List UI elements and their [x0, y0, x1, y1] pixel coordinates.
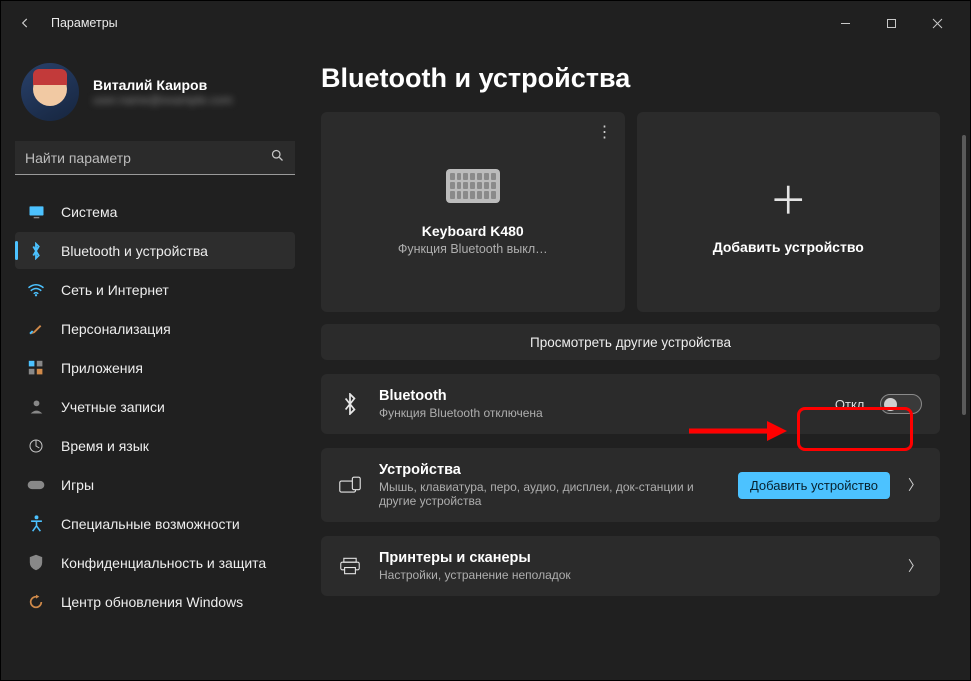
- bluetooth-toggle[interactable]: [880, 394, 922, 414]
- nav-system[interactable]: Система: [15, 193, 295, 230]
- nav-label: Bluetooth и устройства: [61, 243, 208, 259]
- add-device-card[interactable]: ＋ Добавить устройство: [637, 112, 941, 312]
- nav-personalization[interactable]: Персонализация: [15, 310, 295, 347]
- device-card-keyboard[interactable]: ⋮ Keyboard K480 Функция Bluetooth выкл…: [321, 112, 625, 312]
- more-menu-icon[interactable]: ⋮: [597, 122, 613, 142]
- update-icon: [27, 594, 45, 610]
- nav-list: Система Bluetooth и устройства Сеть и Ин…: [15, 193, 295, 620]
- nav-accessibility[interactable]: Специальные возможности: [15, 505, 295, 542]
- view-more-devices[interactable]: Просмотреть другие устройства: [321, 324, 940, 360]
- nav-label: Время и язык: [61, 438, 149, 454]
- nav-label: Персонализация: [61, 321, 171, 337]
- maximize-button[interactable]: [868, 7, 914, 39]
- titlebar: Параметры: [1, 1, 970, 45]
- bluetooth-toggle-group: Откл.: [835, 394, 922, 414]
- device-sub: Функция Bluetooth выкл…: [398, 242, 548, 256]
- button-label: Добавить устройство: [750, 478, 878, 493]
- globe-icon: [27, 438, 45, 454]
- nav-privacy[interactable]: Конфиденциальность и защита: [15, 544, 295, 581]
- row-title: Bluetooth: [379, 388, 817, 404]
- wifi-icon: [27, 283, 45, 297]
- back-button[interactable]: [11, 9, 39, 37]
- window-controls: [822, 7, 960, 39]
- view-more-label: Просмотреть другие устройства: [530, 335, 731, 350]
- brush-icon: [27, 321, 45, 337]
- search-input[interactable]: Найти параметр: [15, 141, 295, 175]
- keyboard-icon: [446, 169, 500, 203]
- nav-apps[interactable]: Приложения: [15, 349, 295, 386]
- device-name: Keyboard K480: [422, 223, 524, 239]
- search-icon: [270, 148, 285, 168]
- nav-time-language[interactable]: Время и язык: [15, 427, 295, 464]
- add-device-label: Добавить устройство: [713, 239, 864, 255]
- row-printers[interactable]: Принтеры и сканеры Настройки, устранение…: [321, 536, 940, 596]
- search-placeholder: Найти параметр: [25, 150, 270, 166]
- printer-icon: [339, 557, 361, 575]
- nav-accounts[interactable]: Учетные записи: [15, 388, 295, 425]
- main-content: Bluetooth и устройства ⋮ Keyboard K480 Ф…: [309, 45, 970, 680]
- chevron-right-icon: 〉: [908, 475, 922, 495]
- page-title: Bluetooth и устройства: [321, 63, 940, 94]
- nav-update[interactable]: Центр обновления Windows: [15, 583, 295, 620]
- row-title: Устройства: [379, 462, 720, 478]
- user-name: Виталий Каиров: [93, 77, 233, 93]
- monitor-icon: [27, 205, 45, 219]
- minimize-button[interactable]: [822, 7, 868, 39]
- avatar: [21, 63, 79, 121]
- nav-label: Центр обновления Windows: [61, 594, 243, 610]
- nav-label: Сеть и Интернет: [61, 282, 169, 298]
- sidebar: Виталий Каиров user.name@example.com Най…: [1, 45, 309, 680]
- nav-gaming[interactable]: Игры: [15, 466, 295, 503]
- nav-label: Конфиденциальность и защита: [61, 555, 266, 571]
- device-cards-row: ⋮ Keyboard K480 Функция Bluetooth выкл… …: [321, 112, 940, 312]
- row-title: Принтеры и сканеры: [379, 550, 890, 566]
- nav-label: Учетные записи: [61, 399, 165, 415]
- scrollbar[interactable]: [962, 135, 966, 415]
- devices-icon: [339, 476, 361, 494]
- row-devices[interactable]: Устройства Мышь, клавиатура, перо, аудио…: [321, 448, 940, 522]
- plus-icon: ＋: [769, 170, 807, 225]
- nav-network[interactable]: Сеть и Интернет: [15, 271, 295, 308]
- profile-block[interactable]: Виталий Каиров user.name@example.com: [15, 45, 295, 125]
- game-icon: [27, 479, 45, 491]
- user-icon: [27, 399, 45, 415]
- close-button[interactable]: [914, 7, 960, 39]
- toggle-label: Откл.: [835, 397, 868, 412]
- bluetooth-icon: [27, 242, 45, 260]
- row-sub: Настройки, устранение неполадок: [379, 568, 890, 582]
- nav-label: Специальные возможности: [61, 516, 240, 532]
- row-bluetooth: Bluetooth Функция Bluetooth отключена От…: [321, 374, 940, 434]
- add-device-button[interactable]: Добавить устройство: [738, 472, 890, 499]
- nav-label: Система: [61, 204, 117, 220]
- nav-bluetooth[interactable]: Bluetooth и устройства: [15, 232, 295, 269]
- app-title: Параметры: [51, 16, 118, 30]
- apps-icon: [27, 360, 45, 376]
- bluetooth-icon: [339, 393, 361, 415]
- chevron-right-icon: 〉: [908, 556, 922, 576]
- user-email: user.name@example.com: [93, 93, 233, 107]
- row-sub: Функция Bluetooth отключена: [379, 406, 817, 420]
- row-sub: Мышь, клавиатура, перо, аудио, дисплеи, …: [379, 480, 720, 508]
- nav-label: Приложения: [61, 360, 143, 376]
- accessibility-icon: [27, 515, 45, 532]
- nav-label: Игры: [61, 477, 94, 493]
- shield-icon: [27, 554, 45, 571]
